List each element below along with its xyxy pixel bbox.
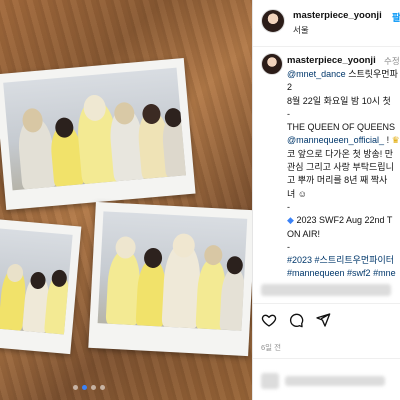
caption-line: 관심 그리고 사랑 부탁드립니 <box>287 162 394 173</box>
sparkle-icon: ◆ <box>287 215 294 226</box>
post-caption: @mnet_dance 스트릿우먼파 2 8월 22일 화요일 밤 10시 첫 … <box>287 68 400 281</box>
caption-line: 코 앞으로 다가온 첫 방송! 만 <box>287 148 394 159</box>
hashtag-line[interactable]: #2023 #스트리트우먼파이터 <box>287 254 400 267</box>
blurred-comment <box>261 284 391 296</box>
polaroid-top <box>0 57 196 211</box>
polaroid-top-image <box>3 67 186 191</box>
carousel-dot <box>73 385 78 390</box>
caption-avatar[interactable] <box>261 53 283 75</box>
hashtag-line[interactable]: #mannequeen #swf2 #mne <box>287 267 400 280</box>
post-header: masterpiece_yoonji 팔로 서울 <box>253 0 400 47</box>
like-icon[interactable] <box>261 312 277 328</box>
mention-mannequeen[interactable]: @mannequeen_official_ <box>287 135 384 145</box>
blurred-liker-avatar <box>261 373 279 389</box>
blurred-likes-text <box>285 376 385 386</box>
post-photo[interactable] <box>0 0 252 400</box>
emoji-icon: ☺ <box>297 188 307 199</box>
post-footer <box>253 358 400 400</box>
polaroid-left <box>0 217 82 355</box>
polaroid-right-image <box>97 211 248 331</box>
caption-line: - <box>287 201 290 212</box>
polaroid-left-image <box>0 227 73 335</box>
post-actions <box>253 303 400 334</box>
caption-line: - <box>287 108 290 119</box>
post-location[interactable]: 서울 <box>293 24 309 36</box>
carousel-dot <box>91 385 96 390</box>
follow-button[interactable]: 팔로 <box>392 10 400 24</box>
carousel-indicator <box>73 385 105 390</box>
caption-line-5-rest: ! ♛ <box>386 135 400 146</box>
caption-line: 고 뿌까 머리를 8년 째 짝사 <box>287 175 388 186</box>
carousel-dot <box>100 385 105 390</box>
author-avatar[interactable] <box>261 9 285 33</box>
caption-line: 2 <box>287 82 293 93</box>
polaroid-right <box>88 201 252 357</box>
post-panel: masterpiece_yoonji 팔로 서울 masterpiece_yoo… <box>252 0 400 400</box>
caption-line: 녀 <box>287 188 296 199</box>
caption-line: THE QUEEN OF QUEENS <box>287 122 396 133</box>
caption-line: ON AIR! <box>287 228 321 239</box>
comment-icon[interactable] <box>288 312 304 328</box>
share-icon[interactable] <box>315 312 331 328</box>
mention-mnet-dance[interactable]: @mnet_dance <box>287 69 346 79</box>
caption-line: - <box>287 241 290 252</box>
caption-username[interactable]: masterpiece_yoonji <box>287 55 376 66</box>
caption-line: 2023 SWF2 Aug 22nd T <box>296 215 393 226</box>
caption-line-0-rest: 스트릿우먼파 <box>348 69 398 79</box>
post-time: 6일 전 <box>261 343 282 352</box>
caption-line: 8월 22일 화요일 밤 10시 첫 <box>287 95 391 106</box>
carousel-dot-active <box>82 385 87 390</box>
edited-label: 수정됨 <box>384 56 400 66</box>
author-username[interactable]: masterpiece_yoonji <box>293 10 382 21</box>
